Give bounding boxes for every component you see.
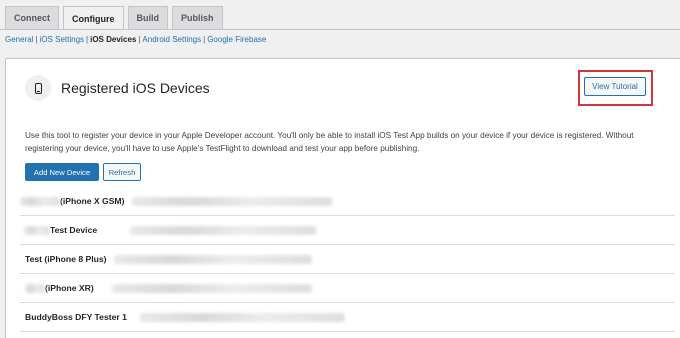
device-row[interactable]: (iPhone XR) xyxy=(20,274,675,303)
device-name: BuddyBoss DFY Tester 1 xyxy=(25,312,127,322)
subnav-ios-devices[interactable]: iOS Devices xyxy=(90,35,136,44)
subnav-separator: | xyxy=(35,35,38,44)
subnav-android-settings[interactable]: Android Settings xyxy=(142,35,201,44)
card-title: Registered iOS Devices xyxy=(61,80,210,96)
device-list: (iPhone X GSM) Test Device Test (iPhone … xyxy=(20,187,675,332)
subnav-google-firebase[interactable]: Google Firebase xyxy=(207,35,266,44)
view-tutorial-button[interactable]: View Tutorial xyxy=(584,77,646,96)
tab-publish[interactable]: Publish xyxy=(172,6,223,29)
subnav-separator: | xyxy=(138,35,141,44)
iphone-icon xyxy=(25,75,51,101)
tab-connect[interactable]: Connect xyxy=(5,6,59,29)
sub-navigation: General | iOS Settings | iOS Devices | A… xyxy=(5,35,266,44)
card-description: Use this tool to register your device in… xyxy=(25,131,634,153)
device-row[interactable]: BuddyBoss DFY Tester 1 xyxy=(20,303,675,332)
device-row[interactable]: (iPhone X GSM) xyxy=(20,187,675,216)
redacted-udid xyxy=(130,226,316,235)
device-row[interactable]: Test (iPhone 8 Plus) xyxy=(20,245,675,274)
redacted-udid xyxy=(112,284,312,293)
tab-bar: Connect Configure Build Publish xyxy=(5,6,223,30)
tab-build[interactable]: Build xyxy=(127,6,168,29)
redacted-udid xyxy=(132,197,332,206)
redacted-udid xyxy=(114,255,312,264)
tab-configure[interactable]: Configure xyxy=(63,6,124,30)
redacted-text xyxy=(24,225,50,235)
device-name: Test Device xyxy=(50,225,98,235)
subnav-general[interactable]: General xyxy=(5,35,33,44)
refresh-button[interactable]: Refresh xyxy=(103,163,141,181)
add-new-device-button[interactable]: Add New Device xyxy=(25,163,99,181)
device-name: (iPhone XR) xyxy=(45,283,94,293)
subnav-separator: | xyxy=(203,35,206,44)
redacted-text xyxy=(20,196,60,206)
registered-devices-card: Registered iOS Devices View Tutorial Use… xyxy=(5,58,680,338)
subnav-ios-settings[interactable]: iOS Settings xyxy=(40,35,84,44)
device-name: Test (iPhone 8 Plus) xyxy=(25,254,107,264)
tab-divider xyxy=(0,29,680,30)
device-row[interactable]: Test Device xyxy=(20,216,675,245)
subnav-separator: | xyxy=(86,35,89,44)
redacted-udid xyxy=(140,313,345,322)
redacted-text xyxy=(25,283,45,293)
device-name: (iPhone X GSM) xyxy=(60,196,125,206)
